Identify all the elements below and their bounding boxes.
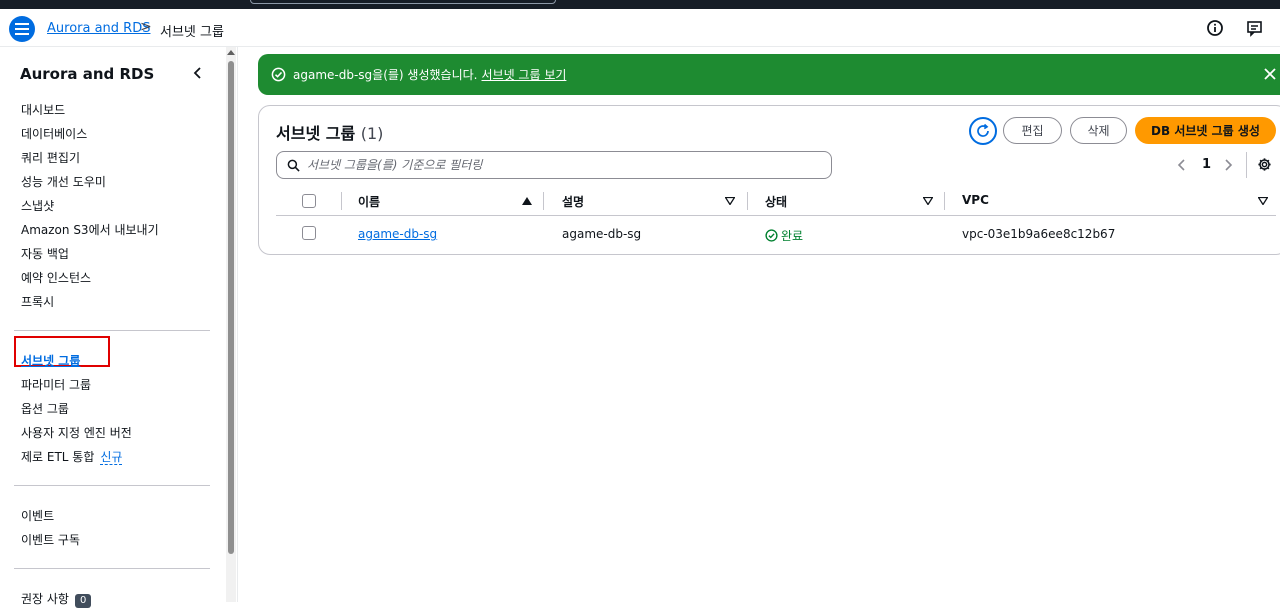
column-divider <box>944 192 945 210</box>
refresh-icon <box>977 123 989 137</box>
sidebar-item-snapshots[interactable]: 스냅샷 <box>21 197 54 214</box>
sort-ascending-icon[interactable] <box>522 197 532 205</box>
side-navigation: Aurora and RDS 대시보드 데이터베이스 쿼리 편집기 성능 개선 … <box>0 47 238 608</box>
flash-text: agame-db-sg을(를) 생성했습니다. <box>293 68 478 82</box>
sort-caret-down-icon[interactable] <box>725 197 735 205</box>
vpc-id: vpc-03e1b9a6ee8c12b67 <box>962 227 1116 241</box>
info-icon[interactable] <box>1205 18 1225 38</box>
subnet-group-name-link[interactable]: agame-db-sg <box>358 227 437 241</box>
success-check-icon <box>765 229 778 242</box>
table-header: 이름 설명 상태 VPC <box>276 188 1276 216</box>
new-badge: 신규 <box>100 450 123 465</box>
view-subnet-group-link[interactable]: 서브넷 그룹 보기 <box>481 68 566 82</box>
sidebar-item-custom-engine-versions[interactable]: 사용자 지정 엔진 버전 <box>21 424 132 441</box>
sidebar-item-proxies[interactable]: 프록시 <box>21 293 54 310</box>
sidebar-item-label: 제로 ETL 통합 <box>21 450 95 464</box>
hamburger-icon <box>15 23 29 35</box>
sidebar-item-dashboard[interactable]: 대시보드 <box>21 101 65 118</box>
column-divider <box>341 192 342 210</box>
search-input[interactable] <box>307 156 817 174</box>
flash-message: agame-db-sg을(를) 생성했습니다. 서브넷 그룹 보기 <box>293 66 566 83</box>
create-db-subnet-group-button[interactable]: DB 서브넷 그룹 생성 <box>1135 117 1276 144</box>
item-count: (1) <box>360 124 384 143</box>
status-text: 완료 <box>781 229 804 243</box>
row-checkbox[interactable] <box>302 226 316 240</box>
sidebar-title: Aurora and RDS <box>20 65 155 83</box>
sidebar-item-automated-backups[interactable]: 자동 백업 <box>21 245 69 262</box>
sidebar-scrollbar-thumb[interactable] <box>228 61 234 554</box>
sidebar-divider <box>14 568 210 569</box>
search-icon <box>287 159 300 172</box>
breadcrumb-aurora-rds[interactable]: Aurora and RDS <box>47 21 150 36</box>
breadcrumb-current: 서브넷 그룹 <box>160 25 224 40</box>
status-badge: 완료 <box>765 227 803 244</box>
pager-divider <box>1246 152 1247 178</box>
select-all-checkbox[interactable] <box>302 194 316 208</box>
sidebar-divider <box>14 485 210 486</box>
column-header-name[interactable]: 이름 <box>358 193 380 210</box>
sidebar-item-label: 권장 사항 <box>21 592 69 606</box>
sort-caret-down-icon[interactable] <box>923 197 933 205</box>
column-header-description[interactable]: 설명 <box>562 193 584 210</box>
sidebar-item-option-groups[interactable]: 옵션 그룹 <box>21 400 69 417</box>
sidebar-item-performance-insights[interactable]: 성능 개선 도우미 <box>21 173 106 190</box>
sidebar-item-zero-etl[interactable]: 제로 ETL 통합 신규 <box>21 448 123 465</box>
sidebar-divider <box>14 330 210 331</box>
page-title-text: 서브넷 그룹 <box>276 124 356 143</box>
subnet-group-description: agame-db-sg <box>562 227 642 241</box>
breadcrumb-separator: > <box>140 19 152 35</box>
top-navigation-bar: Aurora and RDS > 서브넷 그룹 <box>0 9 1280 47</box>
sidebar-item-event-subscriptions[interactable]: 이벤트 구독 <box>21 531 80 548</box>
count-badge: 0 <box>74 594 92 608</box>
sort-caret-down-icon[interactable] <box>1258 197 1268 205</box>
column-header-vpc[interactable]: VPC <box>962 193 989 207</box>
sidebar-item-subnet-groups[interactable]: 서브넷 그룹 <box>21 352 80 369</box>
sidebar-item-events[interactable]: 이벤트 <box>21 507 54 524</box>
sidebar-item-s3-export[interactable]: Amazon S3에서 내보내기 <box>21 221 159 238</box>
success-flash-bar: agame-db-sg을(를) 생성했습니다. 서브넷 그룹 보기 <box>258 54 1280 95</box>
sidebar-item-reserved-instances[interactable]: 예약 인스턴스 <box>21 269 91 286</box>
column-divider <box>747 192 748 210</box>
scroll-up-arrow-icon[interactable] <box>227 50 235 55</box>
subnet-groups-table-container: 서브넷 그룹 (1) 편집 삭제 DB 서브넷 그룹 생성 1 이름 <box>258 105 1280 255</box>
feedback-icon[interactable] <box>1245 18 1265 38</box>
chevron-right-icon[interactable] <box>1222 158 1234 172</box>
search-box <box>276 151 832 179</box>
gear-icon[interactable] <box>1257 157 1272 172</box>
column-header-status[interactable]: 상태 <box>765 193 787 210</box>
delete-button[interactable]: 삭제 <box>1070 117 1127 144</box>
sidebar-item-parameter-groups[interactable]: 파라미터 그룹 <box>21 376 91 393</box>
sidebar-item-recommendations[interactable]: 권장 사항 0 <box>21 590 92 608</box>
column-divider <box>543 192 544 210</box>
edit-button[interactable]: 편집 <box>1003 117 1062 144</box>
address-bar-fragment <box>250 0 556 4</box>
refresh-button[interactable] <box>969 117 997 145</box>
menu-button[interactable] <box>9 16 35 42</box>
page-number[interactable]: 1 <box>1202 157 1211 172</box>
chevron-left-icon[interactable] <box>190 65 206 81</box>
sidebar-item-databases[interactable]: 데이터베이스 <box>21 125 87 142</box>
sidebar-item-query-editor[interactable]: 쿼리 편집기 <box>21 149 80 166</box>
browser-top-strip <box>0 0 1280 9</box>
check-circle-icon <box>271 67 286 82</box>
chevron-left-icon[interactable] <box>1176 158 1188 172</box>
page-title: 서브넷 그룹 (1) <box>276 120 383 144</box>
close-icon[interactable] <box>1263 67 1277 81</box>
